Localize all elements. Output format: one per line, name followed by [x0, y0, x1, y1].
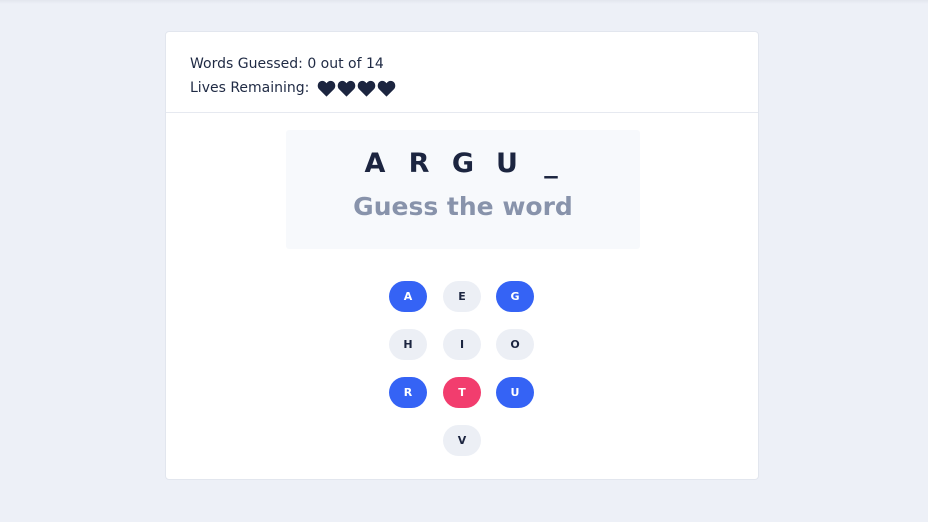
word-panel: A R G U _ Guess the word	[286, 130, 640, 249]
letter-key-r[interactable]: R	[389, 377, 427, 408]
letter-key-o[interactable]: O	[496, 329, 534, 360]
word-letter: A	[364, 148, 386, 179]
letter-key-t[interactable]: T	[443, 377, 481, 408]
letter-key-a[interactable]: A	[389, 281, 427, 312]
lives-remaining-label: Lives Remaining:	[190, 80, 310, 96]
letter-key-u[interactable]: U	[496, 377, 534, 408]
letter-key-e[interactable]: E	[443, 281, 481, 312]
lives-hearts	[317, 80, 396, 97]
guess-prompt: Guess the word	[353, 192, 573, 221]
word-letter: G	[451, 148, 475, 179]
letter-key-h[interactable]: H	[389, 329, 427, 360]
game-card: Words Guessed: 0 out of 14 Lives Remaini…	[165, 31, 759, 480]
words-guessed-line: Words Guessed: 0 out of 14	[190, 52, 758, 76]
top-bar	[0, 0, 928, 4]
word-letter: U	[496, 148, 518, 179]
game-stats-header: Words Guessed: 0 out of 14 Lives Remaini…	[166, 32, 758, 113]
lives-remaining-line: Lives Remaining:	[190, 76, 758, 100]
word-letter: R	[408, 148, 430, 179]
word-letter: _	[544, 148, 558, 179]
heart-icon	[338, 80, 356, 97]
heart-icon	[378, 80, 396, 97]
words-guessed-label: Words Guessed: 0 out of 14	[190, 56, 384, 72]
heart-icon	[358, 80, 376, 97]
heart-icon	[318, 80, 336, 97]
letter-key-i[interactable]: I	[443, 329, 481, 360]
letter-key-v[interactable]: V	[443, 425, 481, 456]
letter-key-g[interactable]: G	[496, 281, 534, 312]
masked-word: A R G U _	[286, 148, 640, 179]
